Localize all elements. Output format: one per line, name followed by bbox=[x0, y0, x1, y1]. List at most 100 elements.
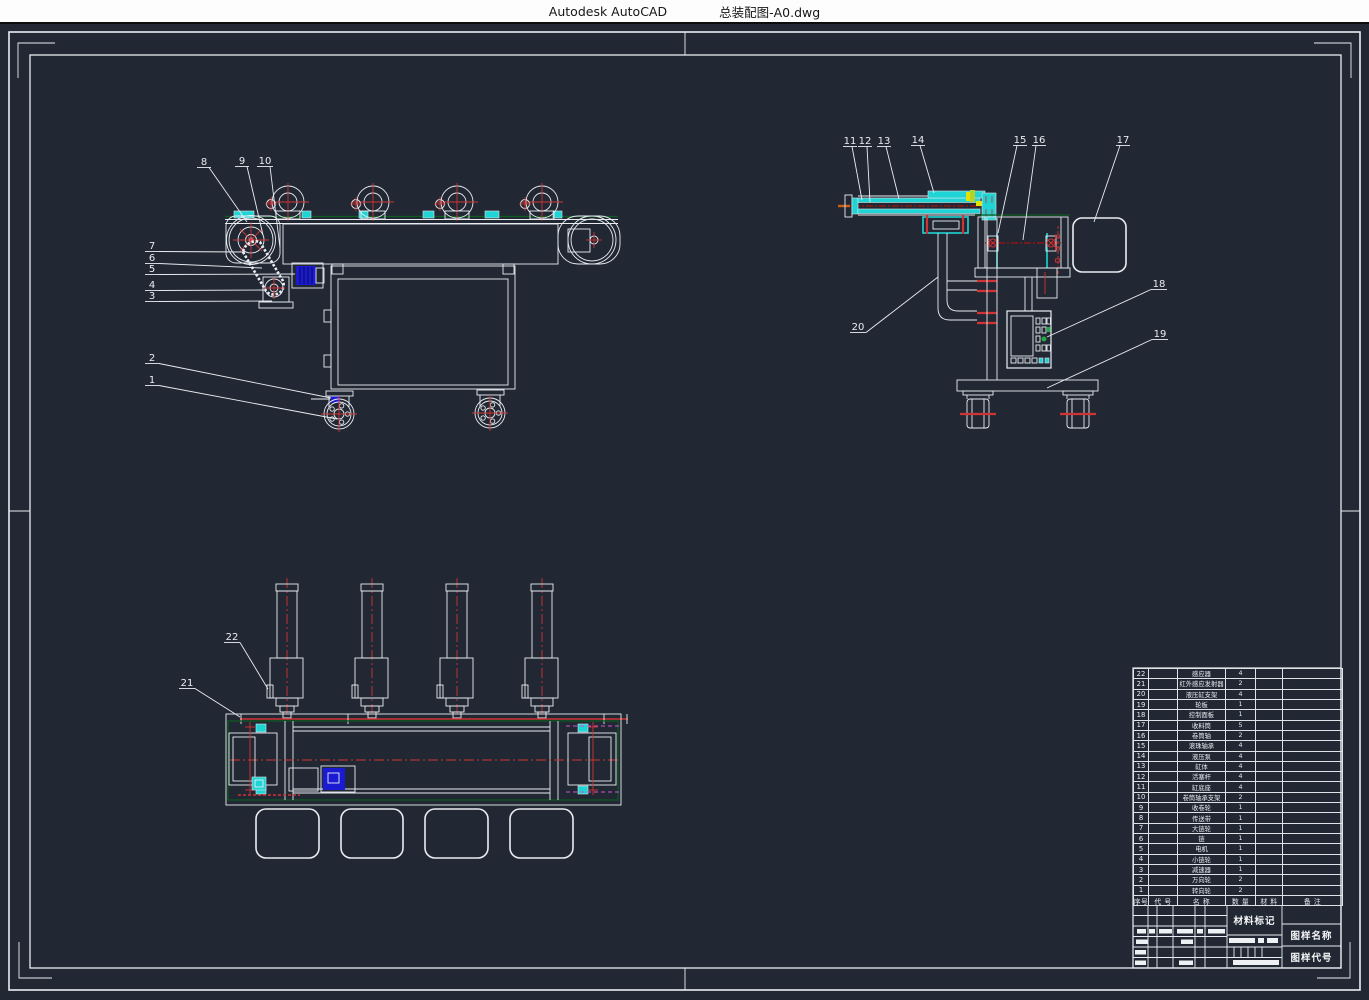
callout-14: 14 bbox=[911, 135, 934, 193]
svg-text:15: 15 bbox=[1014, 135, 1027, 146]
svg-text:14: 14 bbox=[912, 135, 925, 146]
svg-text:2: 2 bbox=[149, 353, 155, 364]
svg-text:22: 22 bbox=[226, 632, 239, 643]
parts-cell bbox=[1149, 762, 1178, 772]
view-side-elevation bbox=[225, 183, 620, 432]
parts-cell: 收卷轮 bbox=[1178, 803, 1226, 813]
parts-cell bbox=[1149, 690, 1178, 700]
parts-cell bbox=[1283, 731, 1343, 741]
parts-cell bbox=[1256, 772, 1283, 782]
parts-header-cell: 备 注 bbox=[1283, 896, 1343, 906]
parts-cell bbox=[1149, 782, 1178, 792]
parts-cell: 2 bbox=[1226, 886, 1256, 896]
parts-cell bbox=[1149, 875, 1178, 885]
parts-cell: 卷筒轴承支架 bbox=[1178, 793, 1226, 803]
cabinet bbox=[324, 264, 515, 389]
parts-cell: 17 bbox=[1134, 721, 1149, 731]
parts-cell: 缸体 bbox=[1178, 762, 1226, 772]
parts-cell: 滚珠轴承 bbox=[1178, 741, 1226, 751]
parts-cell: 2 bbox=[1226, 793, 1256, 803]
parts-cell: 4 bbox=[1226, 762, 1256, 772]
svg-text:19: 19 bbox=[1154, 329, 1167, 340]
callout-3: 3 bbox=[145, 291, 272, 302]
parts-cell: 缸底座 bbox=[1178, 782, 1226, 792]
parts-cell bbox=[1283, 762, 1343, 772]
parts-cell: 液压缸支架 bbox=[1178, 690, 1226, 700]
svg-text:12: 12 bbox=[859, 136, 872, 147]
parts-cell bbox=[1283, 782, 1343, 792]
parts-header-cell: 名 称 bbox=[1178, 896, 1226, 906]
parts-cell bbox=[1149, 865, 1178, 875]
callout-4: 4 bbox=[145, 280, 267, 291]
parts-cell bbox=[1283, 834, 1343, 844]
parts-cell bbox=[1256, 679, 1283, 689]
motor-plan bbox=[238, 766, 355, 795]
parts-cell bbox=[1283, 741, 1343, 751]
svg-text:7: 7 bbox=[149, 241, 155, 252]
callout-16: 16 bbox=[1023, 135, 1046, 240]
svg-text:9: 9 bbox=[239, 156, 245, 167]
callout-15: 15 bbox=[998, 135, 1027, 233]
parts-cell: 1 bbox=[1226, 865, 1256, 875]
parts-cell bbox=[1283, 679, 1343, 689]
parts-cell: 5 bbox=[1226, 721, 1256, 731]
parts-cell bbox=[1256, 813, 1283, 823]
parts-cell: 液压泵 bbox=[1178, 752, 1226, 762]
parts-cell bbox=[1283, 772, 1343, 782]
svg-text:18: 18 bbox=[1153, 279, 1166, 290]
parts-cell bbox=[1149, 813, 1178, 823]
parts-cell bbox=[1149, 886, 1178, 896]
callout-21: 21 bbox=[179, 678, 240, 717]
parts-cell bbox=[1256, 875, 1283, 885]
parts-cell bbox=[1256, 782, 1283, 792]
parts-cell bbox=[1256, 690, 1283, 700]
parts-cell: 15 bbox=[1134, 741, 1149, 751]
callout-2: 2 bbox=[145, 353, 331, 398]
parts-cell bbox=[1256, 844, 1283, 854]
callout-18: 18 bbox=[1047, 279, 1167, 337]
title-block-drawing-code: 图样代号 bbox=[1282, 946, 1341, 968]
view-plan bbox=[226, 578, 628, 858]
parts-cell: 感应器 bbox=[1178, 669, 1226, 679]
parts-cell bbox=[1149, 731, 1178, 741]
parts-cell bbox=[1149, 793, 1178, 803]
title-block-drawing-name: 图样名称 bbox=[1282, 924, 1341, 946]
parts-cell: 22 bbox=[1134, 669, 1149, 679]
parts-cell: 19 bbox=[1134, 700, 1149, 710]
collection-bins bbox=[256, 809, 573, 858]
parts-cell: 8 bbox=[1134, 813, 1149, 823]
parts-cell bbox=[1283, 886, 1343, 896]
autocad-screenshot: { "app": { "vendor_title": "Autodesk Aut… bbox=[0, 0, 1369, 1000]
view-end-elevation bbox=[838, 190, 1126, 428]
parts-cell: 红外感应发射器 bbox=[1178, 679, 1226, 689]
control-panel[interactable] bbox=[1007, 311, 1051, 368]
parts-cell: 1 bbox=[1226, 834, 1256, 844]
svg-text:16: 16 bbox=[1033, 135, 1046, 146]
parts-cell: 9 bbox=[1134, 803, 1149, 813]
parts-cell bbox=[1256, 700, 1283, 710]
parts-cell: 2 bbox=[1226, 875, 1256, 885]
parts-cell: 16 bbox=[1134, 731, 1149, 741]
svg-text:4: 4 bbox=[149, 280, 155, 291]
window-titlebar: Autodesk AutoCAD 总装配图-A0.dwg bbox=[0, 0, 1369, 24]
parts-cell: 控制面板 bbox=[1178, 710, 1226, 720]
collection-box bbox=[1073, 218, 1126, 272]
parts-cell bbox=[1256, 669, 1283, 679]
parts-cell bbox=[1149, 772, 1178, 782]
parts-cell: 18 bbox=[1134, 710, 1149, 720]
parts-cell: 11 bbox=[1134, 782, 1149, 792]
parts-cell bbox=[1149, 679, 1178, 689]
parts-cell bbox=[1256, 803, 1283, 813]
parts-cell: 4 bbox=[1226, 772, 1256, 782]
parts-cell: 4 bbox=[1134, 855, 1149, 865]
title-block-material-mark: 材料标记 bbox=[1227, 905, 1282, 935]
parts-cell bbox=[1256, 824, 1283, 834]
parts-cell: 4 bbox=[1226, 782, 1256, 792]
parts-cell bbox=[1283, 813, 1343, 823]
parts-cell bbox=[1256, 741, 1283, 751]
parts-cell bbox=[1283, 855, 1343, 865]
parts-cell bbox=[1283, 690, 1343, 700]
parts-cell: 1 bbox=[1226, 710, 1256, 720]
parts-cell: 1 bbox=[1226, 813, 1256, 823]
parts-cell bbox=[1283, 865, 1343, 875]
